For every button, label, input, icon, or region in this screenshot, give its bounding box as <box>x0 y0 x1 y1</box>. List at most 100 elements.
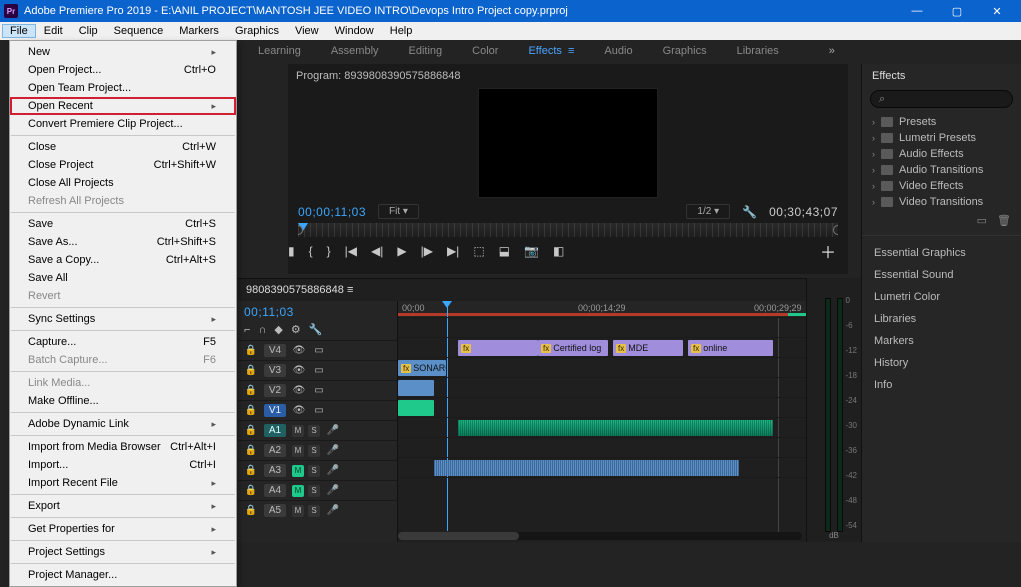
mute-button[interactable]: M <box>292 485 304 497</box>
comparison-view-button[interactable]: ◧ <box>553 244 564 258</box>
program-monitor-viewport[interactable] <box>478 88 658 198</box>
tab-essential-sound[interactable]: Essential Sound <box>862 264 1021 286</box>
effects-panel-title[interactable]: Effects <box>862 64 1021 88</box>
file-save-all[interactable]: Save All <box>10 269 236 287</box>
current-timecode[interactable]: 00;00;11;03 <box>298 205 366 219</box>
step-forward-button[interactable]: |▶ <box>421 244 433 258</box>
scrub-handle-right[interactable] <box>833 225 838 235</box>
toggle-output-icon[interactable]: 👁 <box>292 345 306 356</box>
menu-graphics[interactable]: Graphics <box>227 24 287 38</box>
menu-clip[interactable]: Clip <box>71 24 106 38</box>
menu-view[interactable]: View <box>287 24 327 38</box>
file-close-project[interactable]: Close ProjectCtrl+Shift+W <box>10 156 236 174</box>
effects-folder-audio-trans[interactable]: ›Audio Transitions <box>866 162 1017 178</box>
toggle-output-icon[interactable]: 👁 <box>292 385 306 396</box>
sync-lock-icon[interactable]: ▭ <box>312 365 326 376</box>
file-save-as[interactable]: Save As...Ctrl+Shift+S <box>10 233 236 251</box>
file-capture[interactable]: Capture...F5 <box>10 333 236 351</box>
effects-folder-audio-fx[interactable]: ›Audio Effects <box>866 146 1017 162</box>
go-to-in-button[interactable]: |◀ <box>345 244 357 258</box>
timeline-timecode[interactable]: 00;11;03 <box>238 301 397 321</box>
voice-over-icon[interactable]: 🎤 <box>326 425 340 436</box>
track-lane-a5[interactable] <box>398 477 806 497</box>
sync-lock-icon[interactable]: ▭ <box>312 345 326 356</box>
workspace-assembly[interactable]: Assembly <box>331 45 379 57</box>
track-lane-v2[interactable]: fxSONARQ <box>398 357 806 377</box>
solo-button[interactable]: S <box>308 485 320 497</box>
effects-folder-presets[interactable]: ›Presets <box>866 114 1017 130</box>
audio-clip[interactable] <box>434 460 739 476</box>
mark-in-button[interactable]: { <box>309 244 313 258</box>
file-export[interactable]: Export▸ <box>10 497 236 515</box>
minimize-button[interactable]: — <box>897 0 937 22</box>
file-make-offline[interactable]: Make Offline... <box>10 392 236 410</box>
file-save[interactable]: SaveCtrl+S <box>10 215 236 233</box>
menu-sequence[interactable]: Sequence <box>106 24 172 38</box>
track-header-v2[interactable]: 🔒V2👁▭ <box>238 380 397 400</box>
menu-markers[interactable]: Markers <box>171 24 227 38</box>
workspace-libraries[interactable]: Libraries <box>737 45 779 57</box>
close-window-button[interactable]: ✕ <box>977 0 1017 22</box>
lock-icon[interactable]: 🔒 <box>244 345 258 356</box>
menu-edit[interactable]: Edit <box>36 24 71 38</box>
video-clip[interactable] <box>398 380 434 396</box>
track-lane-a2[interactable] <box>398 417 806 437</box>
file-convert-clip[interactable]: Convert Premiere Clip Project... <box>10 115 236 133</box>
video-clip[interactable]: fx <box>458 340 538 356</box>
go-to-out-button[interactable]: ▶| <box>447 244 459 258</box>
workspace-graphics[interactable]: Graphics <box>663 45 707 57</box>
solo-button[interactable]: S <box>308 465 320 477</box>
workspace-learning[interactable]: Learning <box>258 45 301 57</box>
export-frame-button[interactable]: 📷 <box>524 244 539 258</box>
mark-out-button[interactable]: } <box>327 244 331 258</box>
file-open-project[interactable]: Open Project...Ctrl+O <box>10 61 236 79</box>
menu-window[interactable]: Window <box>327 24 382 38</box>
effects-folder-video-fx[interactable]: ›Video Effects <box>866 178 1017 194</box>
lock-icon[interactable]: 🔒 <box>244 505 258 516</box>
video-clip[interactable]: fxCertified log <box>538 340 608 356</box>
voice-over-icon[interactable]: 🎤 <box>326 485 340 496</box>
scrollbar-handle[interactable] <box>398 532 519 540</box>
video-clip[interactable]: fxMDE <box>613 340 683 356</box>
track-header-v1[interactable]: 🔒V1👁▭ <box>238 400 397 420</box>
menu-file[interactable]: File <box>2 24 36 38</box>
zoom-fit-dropdown[interactable]: Fit ▾ <box>378 204 419 219</box>
sequence-tab[interactable]: 9808390575886848 <box>246 284 344 296</box>
lock-icon[interactable]: 🔒 <box>244 405 258 416</box>
linked-selection-icon[interactable]: ∩ <box>258 324 266 336</box>
workspace-editing[interactable]: Editing <box>409 45 443 57</box>
program-scrub-bar[interactable] <box>298 223 838 237</box>
file-project-manager[interactable]: Project Manager... <box>10 566 236 584</box>
tab-info[interactable]: Info <box>862 374 1021 396</box>
track-header-a1[interactable]: 🔒A1MS🎤 <box>238 420 397 440</box>
track-header-a3[interactable]: 🔒A3MS🎤 <box>238 460 397 480</box>
mute-button[interactable]: M <box>292 465 304 477</box>
solo-button[interactable]: S <box>308 425 320 437</box>
lock-icon[interactable]: 🔒 <box>244 425 258 436</box>
file-import[interactable]: Import...Ctrl+I <box>10 456 236 474</box>
audio-clip[interactable] <box>458 420 773 436</box>
file-import-media-browser[interactable]: Import from Media BrowserCtrl+Alt+I <box>10 438 236 456</box>
timeline-horizontal-scrollbar[interactable] <box>398 532 802 540</box>
sync-lock-icon[interactable]: ▭ <box>312 405 326 416</box>
solo-button[interactable]: S <box>308 505 320 517</box>
effects-folder-video-trans[interactable]: ›Video Transitions <box>866 194 1017 210</box>
step-back-button[interactable]: ◀| <box>371 244 383 258</box>
lock-icon[interactable]: 🔒 <box>244 365 258 376</box>
tab-libraries[interactable]: Libraries <box>862 308 1021 330</box>
track-header-v3[interactable]: 🔒V3👁▭ <box>238 360 397 380</box>
timeline-clip-area[interactable]: 00;00 00;00;14;29 00;00;29;29 fx fxCerti… <box>398 301 806 542</box>
track-lane-v1[interactable] <box>398 377 806 397</box>
voice-over-icon[interactable]: 🎤 <box>326 445 340 456</box>
new-bin-icon[interactable]: ▭ <box>977 214 987 227</box>
file-sync-settings[interactable]: Sync Settings▸ <box>10 310 236 328</box>
video-clip[interactable]: fxSONARQ <box>398 360 446 376</box>
sync-lock-icon[interactable]: ▭ <box>312 385 326 396</box>
timeline-ruler[interactable]: 00;00 00;00;14;29 00;00;29;29 <box>398 301 806 317</box>
solo-button[interactable]: S <box>308 445 320 457</box>
video-clip[interactable]: fxonline <box>688 340 773 356</box>
effects-folder-lumetri[interactable]: ›Lumetri Presets <box>866 130 1017 146</box>
file-open-recent[interactable]: Open Recent▸ <box>10 97 236 115</box>
audio-clip[interactable] <box>398 400 434 416</box>
settings-icon[interactable]: ⚙ <box>291 323 301 336</box>
